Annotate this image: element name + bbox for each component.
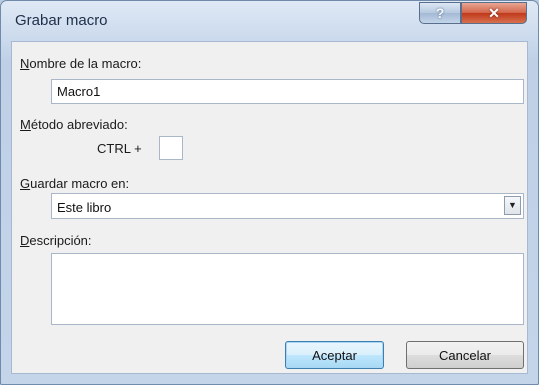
title-bar[interactable]: Grabar macro ? ✕ <box>1 1 538 41</box>
description-textarea[interactable] <box>51 253 524 325</box>
dialog-body: Nombre de la macro: Método abreviado: CT… <box>11 41 528 374</box>
ctrl-prefix-label: CTRL + <box>97 141 142 156</box>
cancel-button[interactable]: Cancelar <box>406 341 524 369</box>
close-icon: ✕ <box>488 5 500 21</box>
description-label: Descripción: <box>20 233 92 248</box>
close-button[interactable]: ✕ <box>461 2 527 24</box>
help-icon: ? <box>435 5 445 21</box>
help-button[interactable]: ? <box>419 2 461 24</box>
macro-name-label: Nombre de la macro: <box>20 56 142 71</box>
accept-button[interactable]: Aceptar <box>285 341 384 369</box>
macro-name-input[interactable] <box>51 79 524 104</box>
record-macro-dialog: Grabar macro ? ✕ Nombre de la macro: Mét… <box>0 0 539 385</box>
store-in-select[interactable]: Este libro ▼ <box>51 193 524 219</box>
window-title: Grabar macro <box>15 12 108 29</box>
shortcut-key-input[interactable] <box>159 136 183 160</box>
shortcut-label: Método abreviado: <box>20 117 128 132</box>
store-in-value: Este libro <box>57 200 112 215</box>
store-in-label: Guardar macro en: <box>20 176 130 191</box>
dropdown-arrow-icon[interactable]: ▼ <box>504 196 521 215</box>
